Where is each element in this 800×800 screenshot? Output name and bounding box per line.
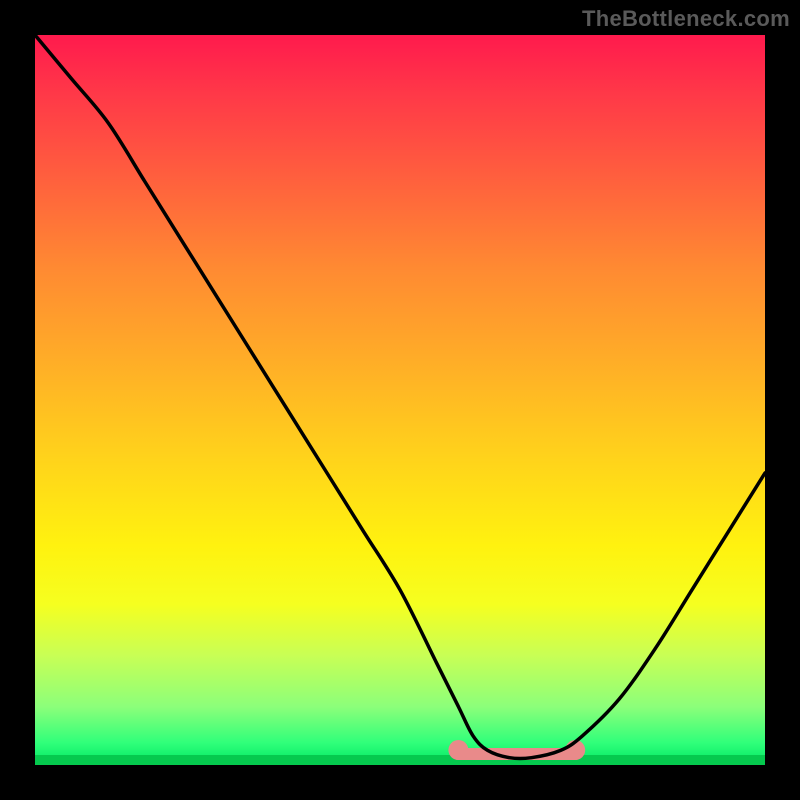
watermark-text: TheBottleneck.com (582, 6, 790, 32)
chart-frame: TheBottleneck.com (0, 0, 800, 800)
plot-area (35, 35, 765, 765)
curve-layer (35, 35, 765, 765)
bottleneck-curve (35, 35, 765, 759)
recommended-range-left-cap (448, 740, 468, 760)
